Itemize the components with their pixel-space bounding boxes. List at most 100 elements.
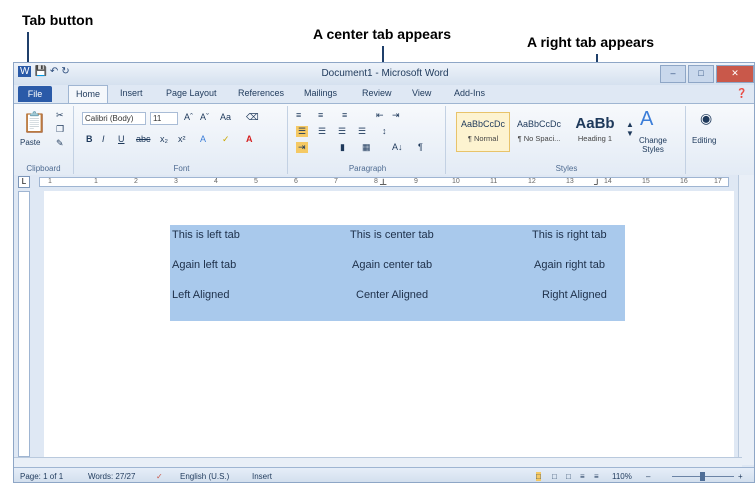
shading-icon[interactable]: ▮ xyxy=(340,142,345,153)
row-1-right-text: This is right tab xyxy=(532,229,607,241)
zoom-level[interactable]: 110% xyxy=(612,472,632,481)
ruler-number: 11 xyxy=(490,178,498,185)
language[interactable]: English (U.S.) xyxy=(180,472,229,481)
paste-icon[interactable]: 📋 xyxy=(22,110,47,135)
paste-button[interactable]: Paste xyxy=(20,138,40,147)
ruler-number: 14 xyxy=(604,178,612,185)
justify-icon[interactable]: ☰ xyxy=(358,126,366,137)
clipboard-label: Clipboard xyxy=(26,164,61,173)
zoom-out-button[interactable]: – xyxy=(646,472,650,481)
strikethrough-button[interactable]: abc xyxy=(136,134,151,144)
clear-format-icon[interactable]: ⌫ xyxy=(246,112,259,123)
binoculars-icon[interactable]: ◉ xyxy=(700,110,712,127)
row-1-center-text: This is center tab xyxy=(350,229,434,241)
center-tab-stop-icon[interactable]: ┴ xyxy=(380,179,386,189)
zoom-in-button[interactable]: + xyxy=(738,472,743,481)
borders-icon[interactable]: ▦ xyxy=(362,142,371,153)
ruler-number: 3 xyxy=(174,178,178,185)
tab-add-ins[interactable]: Add-Ins xyxy=(454,88,485,98)
increase-indent-icon[interactable]: ⇥ xyxy=(392,110,400,121)
styles-scroll-icon[interactable]: ▲ ▼ xyxy=(626,120,634,138)
tab-insert[interactable]: Insert xyxy=(120,88,143,98)
align-center-icon[interactable]: ☰ xyxy=(318,126,326,137)
decrease-indent-icon[interactable]: ⇤ xyxy=(376,110,384,121)
text-effects-icon[interactable]: A xyxy=(200,134,206,144)
document-area: This is left tab This is center tab This… xyxy=(34,191,740,457)
tab-page-layout[interactable]: Page Layout xyxy=(166,88,217,98)
shrink-font-icon[interactable]: Aˇ xyxy=(200,112,209,122)
show-hide-icon[interactable]: ⇥ xyxy=(296,142,308,153)
insert-mode[interactable]: Insert xyxy=(252,472,272,481)
style-normal[interactable]: AaBbCcDc ¶ Normal xyxy=(456,112,510,152)
maximize-button[interactable]: □ xyxy=(688,65,714,83)
style-no-spacing-sample: AaBbCcDc xyxy=(516,119,561,129)
word-count[interactable]: Words: 27/27 xyxy=(88,472,135,481)
paragraph-group: ≡ ≡ ≡ ⇤ ⇥ ☰ ☰ ☰ ☰ ↕ ⇥ ▮ ▦ A↓ ¶ Paragraph xyxy=(290,106,446,174)
right-tab-stop-icon[interactable]: ┘ xyxy=(594,179,600,189)
align-left-icon[interactable]: ☰ xyxy=(296,126,309,137)
ruler-number: 1 xyxy=(48,178,52,185)
bold-button[interactable]: B xyxy=(86,134,93,144)
multilevel-list-icon[interactable]: ≡ xyxy=(342,110,347,120)
font-size-select[interactable]: 11 xyxy=(150,112,178,125)
highlight-icon[interactable]: ✓ xyxy=(222,134,230,145)
web-layout-view-icon[interactable]: □ xyxy=(566,472,571,481)
underline-button[interactable]: U xyxy=(118,134,125,144)
zoom-slider-thumb[interactable] xyxy=(700,472,705,481)
row-3-left-text: Left Aligned xyxy=(172,289,230,301)
page-count[interactable]: Page: 1 of 1 xyxy=(20,472,63,481)
font-label: Font xyxy=(173,164,190,173)
italic-button[interactable]: I xyxy=(102,134,105,144)
help-icon[interactable]: ❓ xyxy=(736,88,747,99)
tab-view[interactable]: View xyxy=(412,88,431,98)
align-right-icon[interactable]: ☰ xyxy=(338,126,346,137)
outline-view-icon[interactable]: ≡ xyxy=(580,472,585,481)
copy-icon[interactable]: ❐ xyxy=(56,124,64,135)
ruler-number: 16 xyxy=(680,178,688,185)
superscript-icon[interactable]: x² xyxy=(178,134,186,144)
style-heading-1-name: Heading 1 xyxy=(577,134,613,143)
tab-selector-button[interactable]: L xyxy=(18,176,30,188)
draft-view-icon[interactable]: ≡ xyxy=(594,472,599,481)
vertical-ruler xyxy=(18,191,30,457)
cut-icon[interactable]: ✂ xyxy=(56,110,64,121)
annotation-center-tab: A center tab appears xyxy=(313,26,451,42)
style-heading-1[interactable]: AaBb Heading 1 xyxy=(568,112,622,152)
ruler-number: 17 xyxy=(714,178,722,185)
style-normal-name: ¶ Normal xyxy=(467,134,499,143)
close-button[interactable]: ✕ xyxy=(716,65,754,83)
document-page[interactable]: This is left tab This is center tab This… xyxy=(44,191,734,457)
print-layout-view-icon[interactable]: □ xyxy=(536,472,541,481)
ruler-number: 10 xyxy=(452,178,460,185)
tab-file[interactable]: File xyxy=(18,86,52,102)
change-styles-button[interactable]: Change Styles xyxy=(636,136,670,154)
sort-button[interactable]: A↓ xyxy=(392,142,403,152)
line-spacing-icon[interactable]: ↕ xyxy=(382,126,387,136)
numbering-icon[interactable]: ≡ xyxy=(318,110,323,120)
ruler-strip[interactable]: 1 1 2 3 4 5 6 7 8 9 10 11 12 13 14 15 16… xyxy=(39,177,729,189)
tab-review[interactable]: Review xyxy=(362,88,392,98)
row-3-center-text: Center Aligned xyxy=(356,289,429,301)
font-name-select[interactable]: Calibri (Body) xyxy=(82,112,146,125)
change-case-icon[interactable]: Aa xyxy=(220,112,231,122)
bullets-icon[interactable]: ≡ xyxy=(296,110,301,120)
vertical-scrollbar[interactable] xyxy=(738,175,754,465)
tab-references[interactable]: References xyxy=(238,88,284,98)
font-color-icon[interactable]: A xyxy=(246,134,253,144)
title-bar: W 💾 ↶ ↻ Document1 - Microsoft Word – □ ✕ xyxy=(14,63,754,85)
tab-mailings[interactable]: Mailings xyxy=(304,88,337,98)
paragraph-label: Paragraph xyxy=(348,164,387,173)
proofing-icon[interactable]: ✓ xyxy=(156,472,163,481)
subscript-icon[interactable]: x₂ xyxy=(160,134,168,144)
tab-home[interactable]: Home xyxy=(68,85,108,103)
change-styles-icon[interactable]: A xyxy=(640,108,653,131)
format-painter-icon[interactable]: ✎ xyxy=(56,138,64,149)
editing-button[interactable]: Editing xyxy=(692,136,716,145)
window-title: Document1 - Microsoft Word xyxy=(321,68,449,79)
ruler-number: 2 xyxy=(134,178,138,185)
grow-font-icon[interactable]: Aˆ xyxy=(184,112,193,122)
minimize-button[interactable]: – xyxy=(660,65,686,83)
pilcrow-button[interactable]: ¶ xyxy=(418,142,423,152)
style-no-spacing[interactable]: AaBbCcDc ¶ No Spaci... xyxy=(512,112,566,152)
full-screen-view-icon[interactable]: □ xyxy=(552,472,557,481)
